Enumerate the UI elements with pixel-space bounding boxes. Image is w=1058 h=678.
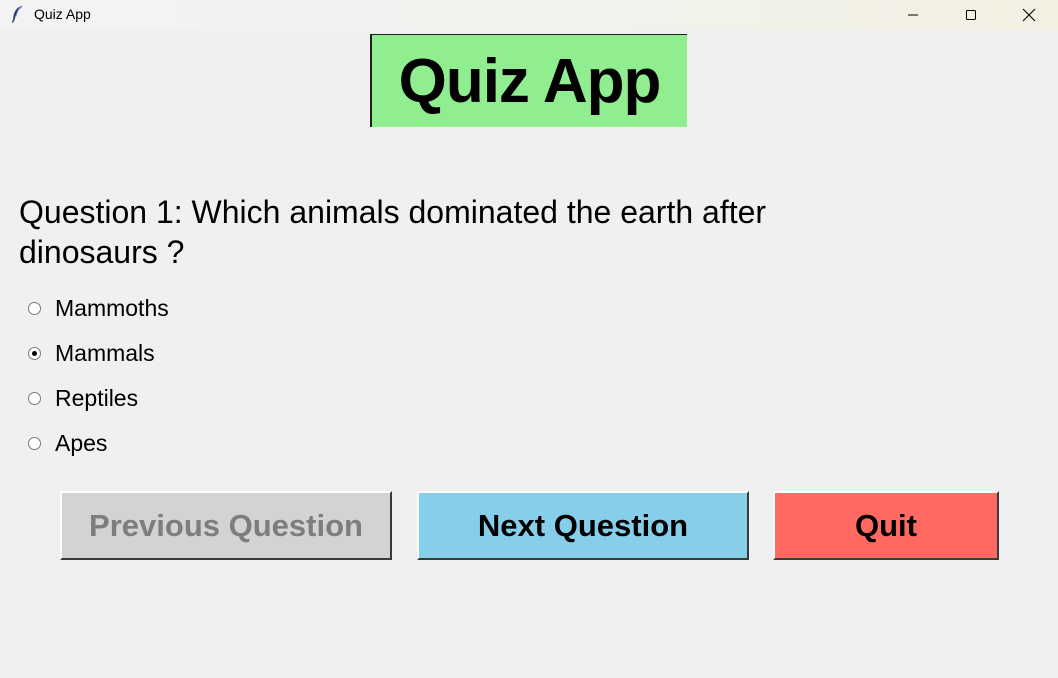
minimize-icon <box>907 9 919 21</box>
previous-question-button[interactable]: Previous Question <box>60 491 392 560</box>
app-heading: Quiz App <box>370 34 687 127</box>
close-icon <box>1022 8 1036 22</box>
next-question-button[interactable]: Next Question <box>417 491 749 560</box>
option-mammals[interactable]: Mammals <box>26 335 326 371</box>
maximize-button[interactable] <box>942 0 1000 30</box>
close-button[interactable] <box>1000 0 1058 30</box>
window-title: Quiz App <box>34 6 91 22</box>
question-text: Question 1: Which animals dominated the … <box>19 194 767 270</box>
option-label: Mammoths <box>55 294 169 321</box>
option-label: Mammals <box>55 339 155 366</box>
option-label: Apes <box>55 429 108 456</box>
radio-button[interactable] <box>28 346 41 360</box>
radio-button[interactable] <box>28 301 41 315</box>
quit-button[interactable]: Quit <box>773 491 999 560</box>
title-bar: Quiz App <box>0 0 1058 30</box>
maximize-icon <box>965 9 977 21</box>
option-mammoths[interactable]: Mammoths <box>26 290 326 326</box>
option-label: Reptiles <box>55 384 139 411</box>
option-reptiles[interactable]: Reptiles <box>26 380 326 416</box>
option-apes[interactable]: Apes <box>26 425 326 461</box>
radio-button[interactable] <box>28 391 41 405</box>
radio-button[interactable] <box>28 436 41 450</box>
feather-icon <box>9 5 25 23</box>
minimize-button[interactable] <box>884 0 942 30</box>
